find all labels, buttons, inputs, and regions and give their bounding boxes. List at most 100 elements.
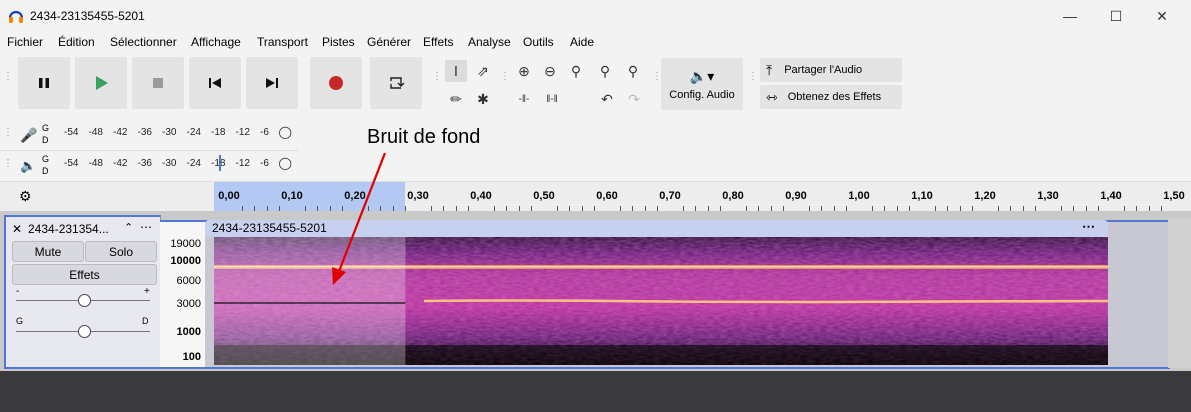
- solo-button[interactable]: Solo: [85, 241, 157, 262]
- stop-icon: [153, 78, 163, 88]
- skip-end-button[interactable]: [246, 57, 298, 109]
- silence-button[interactable]: ‖-‖: [541, 88, 563, 110]
- skip-to-start-icon: [209, 78, 221, 88]
- undo-button[interactable]: ↶: [596, 88, 618, 110]
- menu-help[interactable]: Aide: [570, 35, 594, 49]
- empty-track-area: [0, 371, 1191, 412]
- zoom-out-button[interactable]: ⊖: [539, 60, 561, 82]
- audio-setup-grip[interactable]: ⋮: [652, 72, 662, 82]
- menu-generate[interactable]: Générer: [367, 35, 411, 49]
- timeline-tick-label: 0,60: [596, 190, 618, 202]
- audio-setup-label: Config. Audio: [669, 88, 735, 101]
- menu-edit[interactable]: Édition: [58, 35, 95, 49]
- multi-tool[interactable]: ✱: [472, 88, 494, 110]
- menu-analyze[interactable]: Analyse: [468, 35, 511, 49]
- record-button[interactable]: [310, 57, 362, 109]
- pencil-icon: ✏: [450, 90, 462, 107]
- maximize-button[interactable]: ☐: [1093, 0, 1139, 32]
- mute-button[interactable]: Mute: [12, 241, 84, 262]
- timeline-tick-label: 0,80: [722, 190, 744, 202]
- close-button[interactable]: ✕: [1139, 0, 1185, 32]
- minimize-button[interactable]: —: [1047, 0, 1093, 32]
- meter-scale-label: -18: [211, 127, 226, 138]
- draw-tool[interactable]: ✏: [445, 88, 467, 110]
- trim-audio-icon: -‖-: [518, 93, 530, 105]
- toolbar-grip[interactable]: ⋮: [3, 72, 13, 82]
- stop-button[interactable]: [132, 57, 184, 109]
- menu-tools[interactable]: Outils: [523, 35, 554, 49]
- menu-view[interactable]: Affichage: [191, 35, 241, 49]
- effects-button[interactable]: Effets: [12, 264, 157, 285]
- meter-scale-label: -12: [235, 158, 250, 169]
- timeline-tick-label: 1,50: [1163, 190, 1185, 202]
- meter-knob-icon[interactable]: ◯: [279, 156, 292, 170]
- annotation-label: Bruit de fond: [367, 126, 481, 148]
- playback-meter-scale: -54-48-42-36-30-24-18-12-6◯: [64, 151, 294, 181]
- timeline-tick-label: 1,10: [911, 190, 933, 202]
- pause-button[interactable]: [18, 57, 70, 109]
- trim-button[interactable]: -‖-: [513, 88, 535, 110]
- playback-meter-grip[interactable]: ⋮: [3, 159, 13, 169]
- gain-minus-label: -: [16, 286, 20, 297]
- meter-scale-label: -48: [88, 127, 103, 138]
- audacity-logo-icon: [8, 10, 24, 23]
- title-bar: 2434-23135455-5201 — ☐ ✕: [0, 0, 1191, 32]
- close-track-icon[interactable]: ✕: [12, 222, 22, 236]
- meter-scale-label: -54: [64, 127, 79, 138]
- play-button[interactable]: [75, 57, 127, 109]
- menu-transport[interactable]: Transport: [257, 35, 308, 49]
- redo-button[interactable]: ↷: [623, 88, 645, 110]
- skip-start-button[interactable]: [189, 57, 241, 109]
- annotation-arrow: [332, 152, 387, 285]
- menu-file[interactable]: Fichier: [7, 35, 43, 49]
- menu-effects[interactable]: Effets: [423, 35, 453, 49]
- scale-label: 6000: [176, 275, 201, 287]
- track-menu-icon[interactable]: ⋯: [140, 220, 152, 234]
- meter-scale-label: -36: [137, 158, 152, 169]
- menu-tracks[interactable]: Pistes: [322, 35, 355, 49]
- clip-menu-icon[interactable]: ⋯: [1082, 219, 1095, 235]
- clip-name[interactable]: 2434-23135455-5201: [212, 221, 327, 235]
- meter-scale-label: -6: [260, 158, 269, 169]
- menu-select[interactable]: Sélectionner: [110, 35, 177, 49]
- track-name[interactable]: 2434-231354...: [28, 222, 109, 236]
- playback-meter[interactable]: ⋮ 🔈 G D -54-48-42-36-30-24-18-12-6◯: [0, 151, 298, 182]
- get-effects-button[interactable]: ⇿ Obtenez des Effets: [760, 85, 902, 109]
- gain-slider-thumb[interactable]: [78, 294, 91, 307]
- envelope-icon: ⇗: [477, 62, 489, 79]
- vertical-scrollbar[interactable]: [1168, 218, 1191, 368]
- share-audio-label: Partager l'Audio: [784, 64, 863, 76]
- edit-grip[interactable]: ⋮: [500, 72, 510, 82]
- meter-scale-label: -48: [88, 158, 103, 169]
- tools-grip[interactable]: ⋮: [432, 72, 442, 82]
- collapse-icon[interactable]: ⌃: [124, 221, 133, 234]
- zoom-toggle-button[interactable]: ⚲: [622, 60, 644, 82]
- playback-meter-left-label: G: [42, 154, 50, 164]
- silence-audio-icon: ‖-‖: [546, 93, 558, 105]
- timeline-tick-label: 0,40: [470, 190, 492, 202]
- scale-label: 10000: [170, 255, 201, 267]
- loop-button[interactable]: [370, 57, 422, 109]
- zoom-fit-icon: ⚲: [599, 62, 611, 79]
- audio-setup-button[interactable]: 🔈▾ Config. Audio: [661, 58, 743, 110]
- meter-knob-icon[interactable]: ◯: [279, 125, 292, 139]
- share-grip[interactable]: ⋮: [748, 72, 758, 82]
- zoom-selection-icon: ⚲: [570, 62, 582, 79]
- timeline-tick-label: 0,50: [533, 190, 555, 202]
- timeline-ruler[interactable]: ⚙ 0,00 0,10 0,20 0,30 0,40 0,50 0,60 0,70 0,80 0,…: [0, 181, 1191, 212]
- fit-project-button[interactable]: ⚲: [594, 60, 616, 82]
- pan-slider-thumb[interactable]: [78, 325, 91, 338]
- timeline-tick-label: 1,00: [848, 190, 870, 202]
- scale-label: 19000: [170, 238, 201, 250]
- record-meter[interactable]: ⋮ 🎤 G D -54 -48 -42 -36 -30 -24 -18 -12 -6 ◯: [0, 120, 298, 151]
- pause-icon: [39, 78, 49, 88]
- meter-scale-label: -42: [113, 158, 128, 169]
- share-audio-button[interactable]: ⤒ Partager l'Audio: [760, 58, 902, 82]
- upload-icon: ⤒: [766, 61, 773, 78]
- selection-tool[interactable]: Ⅰ: [445, 60, 467, 82]
- record-meter-grip[interactable]: ⋮: [3, 128, 13, 138]
- envelope-tool[interactable]: ⇗: [472, 60, 494, 82]
- fit-selection-button[interactable]: ⚲: [565, 60, 587, 82]
- track-control-panel[interactable]: ✕ 2434-231354... ⌃ ⋯ Mute Solo Effets - …: [4, 215, 161, 369]
- zoom-in-button[interactable]: ⊕: [513, 60, 535, 82]
